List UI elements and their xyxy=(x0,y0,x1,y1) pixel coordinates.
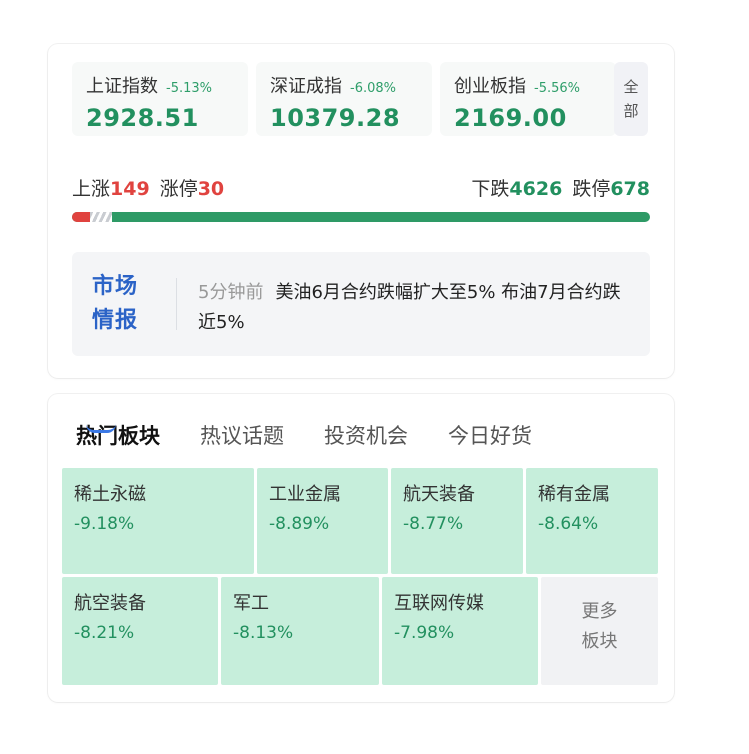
up-count: 149 xyxy=(110,178,150,200)
sector-tile[interactable]: 航空装备 -8.21% xyxy=(62,577,218,685)
index-row: 上证指数 -5.13% 2928.51 深证成指 -6.08% 10379.28… xyxy=(72,62,616,136)
sector-name: 稀土永磁 xyxy=(74,484,146,505)
news-time: 5分钟前 xyxy=(198,282,264,303)
market-overview-card: 上证指数 -5.13% 2928.51 深证成指 -6.08% 10379.28… xyxy=(48,44,674,378)
index-value: 10379.28 xyxy=(270,104,401,132)
sector-tile[interactable]: 工业金属 -8.89% xyxy=(257,468,388,574)
logo-line2: 情报 xyxy=(92,308,139,333)
sector-name: 军工 xyxy=(233,593,269,614)
sector-change: -8.21% xyxy=(74,623,135,643)
breadth-bar xyxy=(72,212,650,222)
limit-up-count: 30 xyxy=(197,178,225,200)
index-card-chinext[interactable]: 创业板指 -5.56% 2169.00 xyxy=(440,62,616,136)
breadth-bar-up-segment xyxy=(72,212,90,222)
tab-todays-picks[interactable]: 今日好货 xyxy=(448,420,532,450)
all-button-line1: 全 xyxy=(623,78,639,96)
index-name: 深证成指 xyxy=(270,76,342,97)
index-change: -5.13% xyxy=(166,81,212,96)
market-intel-banner[interactable]: 市场 情报 5分钟前 美油6月合约跌幅扩大至5% 布油7月合约跌近5% xyxy=(72,252,650,356)
sector-change: -8.77% xyxy=(403,514,464,534)
divider xyxy=(176,278,177,330)
sector-name: 互联网传媒 xyxy=(394,593,484,614)
tab-bar: 热门板块 热议话题 投资机会 今日好货 xyxy=(76,420,572,450)
index-card-shenzhen[interactable]: 深证成指 -6.08% 10379.28 xyxy=(256,62,432,136)
index-name: 上证指数 xyxy=(86,76,158,97)
sector-tile[interactable]: 互联网传媒 -7.98% xyxy=(382,577,538,685)
sector-change: -9.18% xyxy=(74,514,135,534)
index-change: -6.08% xyxy=(350,81,396,96)
up-label: 上涨 xyxy=(72,178,111,200)
logo-line1: 市场 xyxy=(92,274,139,299)
sector-tile[interactable]: 军工 -8.13% xyxy=(221,577,379,685)
all-button-line2: 部 xyxy=(623,102,639,120)
limit-down-count: 678 xyxy=(610,178,650,200)
sector-tile[interactable]: 稀土永磁 -9.18% xyxy=(62,468,254,574)
more-line2: 板块 xyxy=(581,631,618,652)
sector-tile[interactable]: 稀有金属 -8.64% xyxy=(526,468,658,574)
sector-name: 航天装备 xyxy=(403,484,475,505)
news-headline: 5分钟前 美油6月合约跌幅扩大至5% 布油7月合约跌近5% xyxy=(198,278,630,338)
index-value: 2928.51 xyxy=(86,104,199,132)
index-name: 创业板指 xyxy=(454,76,526,97)
hot-sectors-card: 热门板块 热议话题 投资机会 今日好货 稀土永磁 -9.18% 工业金属 -8.… xyxy=(48,394,674,702)
market-breadth: 上涨149 涨停30 下跌4626 跌停678 xyxy=(72,174,650,200)
index-change: -5.56% xyxy=(534,81,580,96)
sector-name: 航空装备 xyxy=(74,593,146,614)
more-line1: 更多 xyxy=(581,601,618,622)
sector-name: 工业金属 xyxy=(269,484,341,505)
limit-down-label: 跌停 xyxy=(572,178,611,200)
all-indices-button[interactable]: 全 部 xyxy=(614,62,648,136)
down-count: 4626 xyxy=(509,178,563,200)
limit-up-label: 涨停 xyxy=(159,178,198,200)
index-value: 2169.00 xyxy=(454,104,567,132)
market-intel-logo: 市场 情报 xyxy=(92,270,152,338)
sector-change: -7.98% xyxy=(394,623,455,643)
more-sectors-button[interactable]: 更多 板块 xyxy=(541,577,658,685)
sector-change: -8.89% xyxy=(269,514,330,534)
sector-tile[interactable]: 航天装备 -8.77% xyxy=(391,468,523,574)
tab-hot-topics[interactable]: 热议话题 xyxy=(200,420,284,450)
sector-change: -8.13% xyxy=(233,623,294,643)
sector-name: 稀有金属 xyxy=(538,484,610,505)
down-label: 下跌 xyxy=(471,178,510,200)
active-tab-indicator xyxy=(86,424,116,433)
sector-change: -8.64% xyxy=(538,514,599,534)
index-card-shanghai[interactable]: 上证指数 -5.13% 2928.51 xyxy=(72,62,248,136)
tab-investment-opportunities[interactable]: 投资机会 xyxy=(324,420,408,450)
breadth-bar-flat-segment xyxy=(90,212,112,222)
